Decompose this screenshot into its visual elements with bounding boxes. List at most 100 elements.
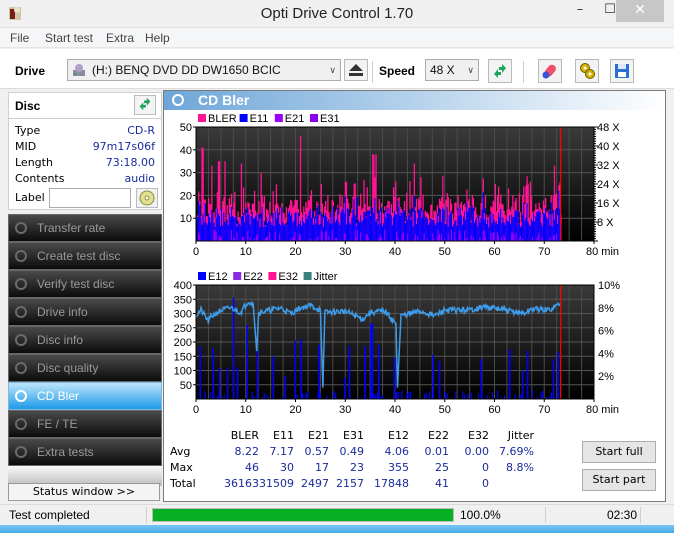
e12-bar: [470, 392, 473, 399]
e12-bar: [521, 370, 524, 399]
y-tick-label: 20: [180, 190, 192, 202]
start-part-button[interactable]: Start part: [582, 469, 656, 491]
e12-bar: [212, 348, 215, 399]
e12-bar: [409, 391, 412, 399]
nav-item-transfer-rate[interactable]: Transfer rate: [8, 214, 162, 242]
y-tick-label: 150: [174, 351, 192, 363]
e12-bar: [375, 394, 377, 399]
eject-icon: [349, 64, 363, 76]
y-tick-label: 50: [180, 122, 192, 134]
legend-label: BLER: [208, 113, 237, 125]
stats-column-header: E11: [273, 429, 294, 442]
e12-bar: [272, 356, 275, 399]
legend-label: Jitter: [314, 271, 338, 283]
e12-bar: [406, 393, 408, 399]
e12-bar: [491, 392, 493, 399]
disc-row-mid: MID 97m17s06f: [15, 140, 157, 156]
nav-item-verify-test-disc[interactable]: Verify test disc: [8, 270, 162, 298]
progress-bar: [152, 508, 454, 522]
legend-swatch: [303, 272, 312, 280]
y-tick-label: 400: [174, 280, 192, 292]
e12-bar: [542, 390, 544, 399]
chevron-down-icon: ∨: [467, 65, 474, 75]
y-tick-label: 200: [174, 337, 192, 349]
menu-help[interactable]: Help: [145, 31, 170, 45]
disc-test-icon: [15, 278, 27, 290]
disc-test-icon: [15, 390, 27, 402]
y-tick-label: 250: [174, 323, 192, 335]
disc-key: MID: [15, 140, 37, 153]
disc-label-input[interactable]: [49, 188, 131, 208]
x-tick-label: 20: [289, 246, 301, 258]
e12-bar: [232, 297, 235, 399]
panel-header: CD Bler: [164, 91, 665, 110]
status-divider: [640, 507, 641, 523]
menu-extra[interactable]: Extra: [106, 31, 134, 45]
start-full-button[interactable]: Start full: [582, 441, 656, 463]
nav-item-disc-info[interactable]: Disc info: [8, 326, 162, 354]
legend-swatch: [310, 114, 318, 122]
e12-bar: [370, 323, 372, 399]
save-button[interactable]: [610, 59, 634, 83]
stats-row-label: Avg: [170, 445, 191, 458]
erase-button[interactable]: [538, 59, 562, 83]
e12-bar: [514, 394, 516, 399]
nav-item-label: Verify test disc: [37, 277, 115, 291]
status-bar: Test completed 100.0% 02:30: [0, 504, 674, 524]
e12-bar: [395, 392, 398, 399]
x-tick-label: 80 min: [586, 404, 619, 416]
x-tick-label: 20: [289, 404, 301, 416]
x-tick-label: 10: [240, 404, 252, 416]
nav-item-label: FE / TE: [37, 417, 78, 431]
e12-bar: [429, 391, 431, 399]
taskbar-strip: [0, 525, 674, 533]
nav-item-drive-info[interactable]: Drive info: [8, 298, 162, 326]
close-button[interactable]: ✕: [616, 0, 664, 22]
y-tick-label: 50: [180, 380, 192, 392]
e12-bar: [462, 391, 464, 399]
menu-start-test[interactable]: Start test: [45, 31, 93, 45]
y-right-tick-label: 40 X: [597, 141, 620, 153]
stats-column-header: BLER: [230, 429, 259, 442]
refresh-disc-button[interactable]: [134, 95, 156, 115]
nav-item-extra-tests[interactable]: Extra tests: [8, 438, 162, 466]
nav-item-disc-quality[interactable]: Disc quality: [8, 354, 162, 382]
disc-test-icon: [15, 362, 27, 374]
refresh-speed-button[interactable]: [488, 59, 512, 83]
e12-bar: [393, 357, 396, 399]
disc-test-icon: [15, 306, 27, 318]
stats-cell: 0: [482, 461, 489, 474]
stats-cell: 0.49: [339, 445, 365, 458]
y-tick-label: 300: [174, 309, 192, 321]
stats-column-header: E21: [308, 429, 329, 442]
e12-bar: [246, 324, 248, 399]
y-right-tick-label: 4%: [598, 348, 614, 360]
stats-cell: 0: [482, 477, 489, 490]
gears-icon: [580, 63, 595, 79]
drive-select[interactable]: (H:) BENQ DVD DD DW1650 BCIC ∨: [67, 59, 341, 81]
menu-file[interactable]: File: [10, 31, 29, 45]
e12-bar: [344, 377, 346, 399]
nav-item-create-test-disc[interactable]: Create test disc: [8, 242, 162, 270]
x-tick-label: 60: [488, 404, 500, 416]
e12-bar: [263, 392, 265, 399]
e12-bar: [296, 394, 298, 399]
legend-label: E32: [278, 271, 298, 283]
legend-swatch: [268, 272, 277, 280]
stats-cell: 2157: [336, 477, 364, 490]
stats-cell: 8.8%: [506, 461, 534, 474]
speed-select[interactable]: 48 X ∨: [425, 59, 479, 81]
nav-item-cd-bler[interactable]: CD Bler: [8, 382, 162, 410]
nav-item-fe-te[interactable]: FE / TE: [8, 410, 162, 438]
floppy-save-icon: [615, 64, 629, 78]
status-window-button[interactable]: Status window >>: [8, 483, 160, 501]
e12-bar: [305, 392, 307, 399]
nav-item-label: Extra tests: [37, 445, 94, 459]
legend-label: E12: [208, 271, 228, 283]
disc-row-length: Length 73:18.00: [15, 156, 157, 172]
eject-button[interactable]: [344, 59, 368, 81]
minimize-button[interactable]: –: [565, 0, 595, 22]
disc-test-icon: [15, 250, 27, 262]
settings-button[interactable]: [575, 59, 599, 83]
disc-label-button[interactable]: [136, 188, 158, 208]
